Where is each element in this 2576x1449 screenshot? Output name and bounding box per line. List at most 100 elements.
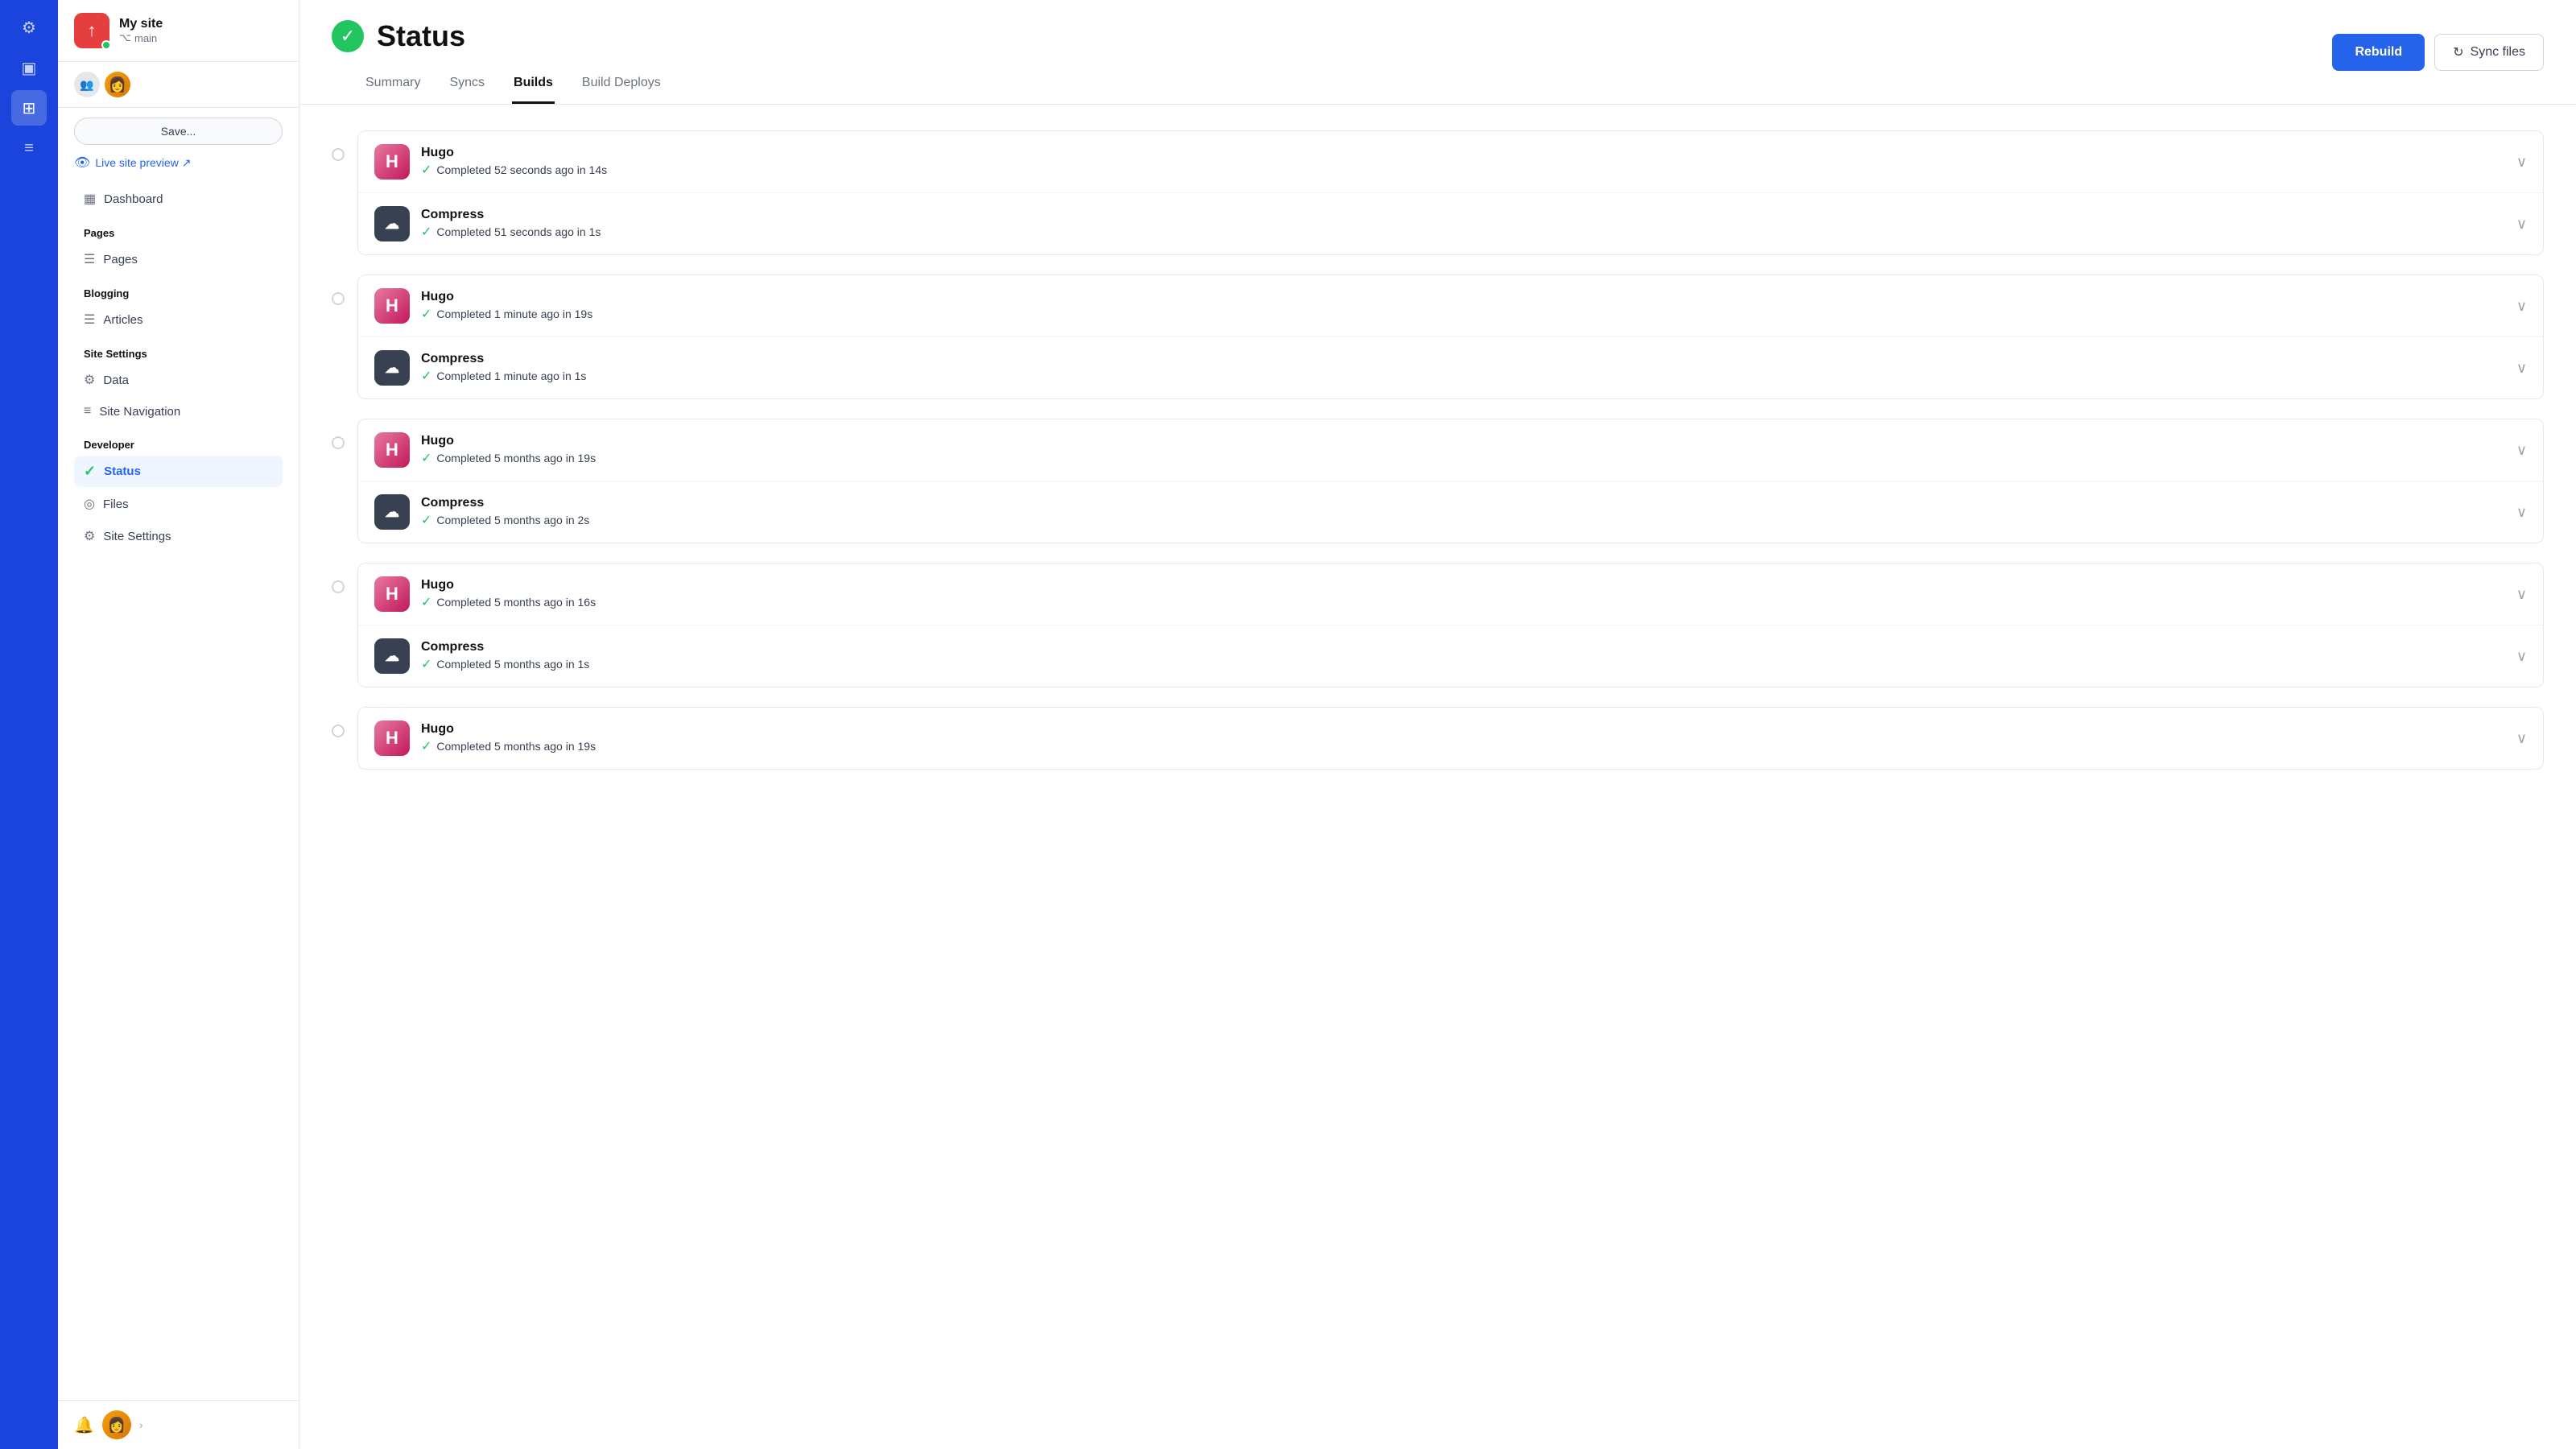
timeline-dot (332, 580, 345, 593)
sidebar-item-site-navigation[interactable]: ≡ Site Navigation (74, 397, 283, 426)
chevron-down-icon[interactable]: ∨ (2516, 154, 2527, 171)
step-status: ✓ Completed 5 months ago in 19s (421, 450, 2516, 466)
sidebar-item-label: Files (103, 497, 129, 511)
chevron-down-icon[interactable]: ∨ (2516, 360, 2527, 377)
build-step: H Hugo ✓ Completed 5 months ago in 16s ∨ (358, 564, 2543, 625)
step-info: Hugo ✓ Completed 5 months ago in 16s (421, 578, 2516, 610)
build-group: H Hugo ✓ Completed 5 months ago in 19s ∨… (332, 419, 2544, 543)
tab-builds[interactable]: Builds (512, 66, 555, 104)
step-check-icon: ✓ (421, 368, 431, 384)
sidebar-item-dashboard[interactable]: ▦ Dashboard (74, 184, 283, 214)
build-group: H Hugo ✓ Completed 52 seconds ago in 14s… (332, 130, 2544, 255)
tab-syncs[interactable]: Syncs (448, 66, 486, 104)
step-check-icon: ✓ (421, 450, 431, 466)
step-check-icon: ✓ (421, 224, 431, 240)
step-status: ✓ Completed 1 minute ago in 1s (421, 368, 2516, 384)
nav-section-site-settings: Site Settings (74, 336, 283, 365)
step-check-icon: ✓ (421, 162, 431, 178)
notifications-icon[interactable]: 🔔 (74, 1415, 94, 1435)
step-name: Hugo (421, 290, 2516, 304)
sidebar-header: ↑ My site ⌥ main (58, 0, 299, 62)
nav-section-pages: Pages (74, 216, 283, 244)
tab-build-deploys[interactable]: Build Deploys (580, 66, 663, 104)
main-content: ✓ Status Summary Syncs Builds Build Depl… (299, 0, 2576, 1449)
build-group: H Hugo ✓ Completed 5 months ago in 19s ∨ (332, 707, 2544, 770)
hugo-icon: H (374, 576, 410, 612)
step-info: Compress ✓ Completed 51 seconds ago in 1… (421, 208, 2516, 240)
footer-avatar[interactable]: 👩 (102, 1410, 131, 1439)
step-check-icon: ✓ (421, 306, 431, 322)
live-preview-link[interactable]: 👁 Live site preview ↗ (74, 155, 283, 171)
chevron-down-icon[interactable]: ∨ (2516, 504, 2527, 521)
step-info: Hugo ✓ Completed 5 months ago in 19s (421, 434, 2516, 466)
step-info: Compress ✓ Completed 5 months ago in 1s (421, 640, 2516, 672)
build-card: H Hugo ✓ Completed 1 minute ago in 19s ∨… (357, 275, 2544, 399)
sync-files-button[interactable]: ↻ Sync files (2434, 34, 2544, 71)
sidebar-item-status[interactable]: ✓ Status (74, 456, 283, 487)
sidebar-item-articles[interactable]: ☰ Articles (74, 304, 283, 335)
chevron-down-icon[interactable]: ∨ (2516, 442, 2527, 459)
grid-icon[interactable]: ⊞ (11, 90, 47, 126)
rebuild-button[interactable]: Rebuild (2332, 34, 2425, 71)
build-step: H Hugo ✓ Completed 5 months ago in 19s ∨ (358, 708, 2543, 769)
sidebar-item-files[interactable]: ◎ Files (74, 489, 283, 519)
user-avatar[interactable]: 👩 (105, 72, 130, 97)
step-info: Hugo ✓ Completed 1 minute ago in 19s (421, 290, 2516, 322)
chevron-down-icon[interactable]: ∨ (2516, 730, 2527, 747)
site-status-dot (101, 40, 111, 50)
dashboard-icon: ▦ (84, 191, 96, 207)
nav-section-developer: Developer (74, 427, 283, 456)
step-info: Compress ✓ Completed 5 months ago in 2s (421, 496, 2516, 528)
eye-icon: 👁 (74, 155, 90, 171)
chevron-down-icon[interactable]: ∨ (2516, 298, 2527, 315)
build-list: H Hugo ✓ Completed 52 seconds ago in 14s… (332, 130, 2544, 770)
layout-icon[interactable]: ▣ (11, 50, 47, 85)
chart-icon[interactable]: ≡ (11, 130, 47, 166)
sidebar-item-label: Pages (103, 253, 138, 266)
pages-icon: ☰ (84, 251, 95, 267)
step-status: ✓ Completed 52 seconds ago in 14s (421, 162, 2516, 178)
step-check-icon: ✓ (421, 594, 431, 610)
content-area: H Hugo ✓ Completed 52 seconds ago in 14s… (299, 105, 2576, 1449)
team-icon[interactable]: 👥 (74, 72, 100, 97)
sidebar-footer: 🔔 👩 › (58, 1400, 299, 1449)
nav-section-blogging: Blogging (74, 276, 283, 304)
build-step: H Hugo ✓ Completed 5 months ago in 19s ∨ (358, 419, 2543, 481)
sidebar-item-site-settings[interactable]: ⚙ Site Settings (74, 521, 283, 551)
build-step: H Hugo ✓ Completed 52 seconds ago in 14s… (358, 131, 2543, 193)
navigation-icon: ≡ (84, 404, 91, 419)
chevron-down-icon[interactable]: ∨ (2516, 586, 2527, 603)
compress-icon: ☁ (374, 350, 410, 386)
site-info: My site ⌥ main (119, 17, 163, 44)
sidebar-item-pages[interactable]: ☰ Pages (74, 244, 283, 275)
step-status: ✓ Completed 5 months ago in 19s (421, 738, 2516, 754)
sidebar-item-data[interactable]: ⚙ Data (74, 365, 283, 395)
files-icon: ◎ (84, 496, 95, 512)
save-button[interactable]: Save... (74, 118, 283, 145)
step-check-icon: ✓ (421, 656, 431, 672)
step-name: Hugo (421, 146, 2516, 160)
step-status: ✓ Completed 5 months ago in 1s (421, 656, 2516, 672)
chevron-down-icon[interactable]: ∨ (2516, 648, 2527, 665)
timeline-dot (332, 292, 345, 305)
chevron-down-icon[interactable]: ∨ (2516, 216, 2527, 233)
step-status: ✓ Completed 5 months ago in 16s (421, 594, 2516, 610)
main-header: ✓ Status Summary Syncs Builds Build Depl… (299, 0, 2576, 105)
timeline-dot (332, 724, 345, 737)
step-name: Hugo (421, 722, 2516, 737)
sync-icon: ↻ (2453, 44, 2463, 60)
data-icon: ⚙ (84, 372, 95, 388)
build-group: H Hugo ✓ Completed 1 minute ago in 19s ∨… (332, 275, 2544, 399)
tab-summary[interactable]: Summary (364, 66, 422, 104)
sidebar-item-label: Articles (103, 313, 142, 327)
sidebar-item-label: Site Navigation (99, 405, 180, 419)
sidebar-top-actions: 👥 👩 (58, 62, 299, 108)
chevron-right-icon: › (139, 1418, 143, 1431)
branch-icon: ⌥ (119, 31, 131, 44)
page-title: Status (377, 19, 465, 53)
site-branch: ⌥ main (119, 31, 163, 44)
hugo-icon: H (374, 432, 410, 468)
step-name: Compress (421, 352, 2516, 366)
gear-icon[interactable]: ⚙ (11, 10, 47, 45)
status-check-badge: ✓ (332, 20, 364, 52)
